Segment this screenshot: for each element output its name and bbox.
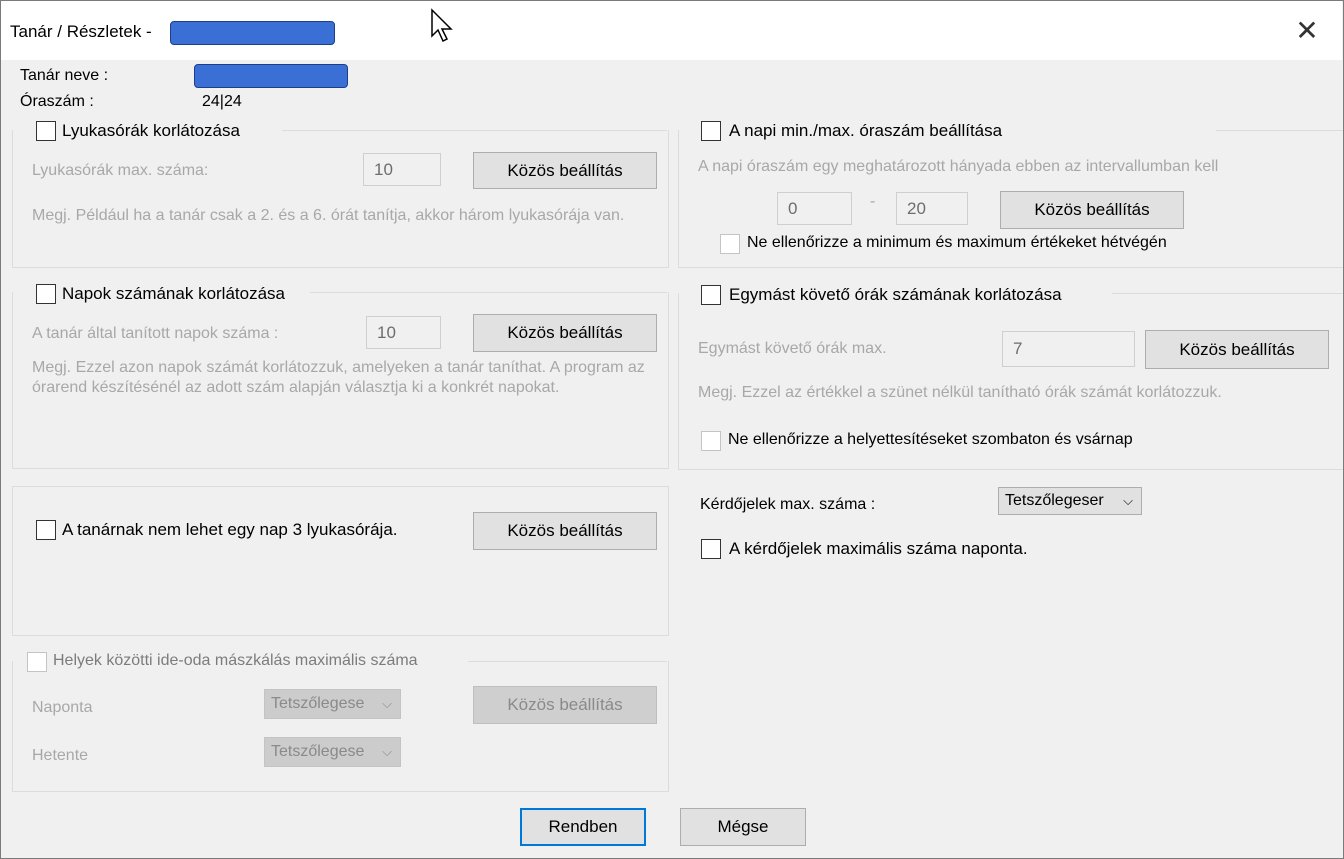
gaps-frame bbox=[12, 130, 669, 268]
room-moves-daily-select-value: Tetszőlegese bbox=[271, 695, 365, 712]
daily-weekend-checkbox[interactable] bbox=[720, 234, 740, 254]
three-gaps-common-settings-button[interactable]: Közös beállítás bbox=[473, 512, 657, 550]
close-icon[interactable]: ✕ bbox=[1290, 14, 1324, 48]
gaps-checkbox-label: Lyukasórák korlátozása bbox=[62, 121, 240, 140]
hours-label: Óraszám : bbox=[20, 93, 94, 110]
consecutive-weekend-checkbox[interactable] bbox=[701, 431, 721, 451]
question-marks-daily-label: A kérdőjelek maximális száma naponta. bbox=[729, 539, 1028, 558]
daily-range-dash: - bbox=[870, 193, 876, 210]
redacted-title-name bbox=[170, 21, 335, 45]
days-limit-checkbox-label: Napok számának korlátozása bbox=[62, 284, 286, 303]
room-moves-checkbox-label: Helyek közötti ide-oda mászkálás maximál… bbox=[53, 652, 418, 669]
room-moves-weekly-label: Hetente bbox=[32, 747, 89, 764]
redacted-teacher-name bbox=[194, 64, 348, 88]
daily-max-input[interactable]: 20 bbox=[896, 192, 968, 225]
chevron-down-icon: ⌵ bbox=[1123, 493, 1133, 508]
question-marks-select[interactable]: Tetszőlegeser ⌵ bbox=[998, 487, 1142, 515]
room-moves-daily-select[interactable]: Tetszőlegese ⌵ bbox=[264, 689, 401, 719]
three-gaps-checkbox-label: A tanárnak nem lehet egy nap 3 lyukasórá… bbox=[62, 520, 398, 539]
daily-minmax-checkbox[interactable] bbox=[701, 121, 721, 141]
days-count-label: A tanár által tanított napok száma : bbox=[32, 325, 279, 342]
arrow-cursor-icon bbox=[431, 8, 453, 43]
days-limit-checkbox[interactable] bbox=[36, 284, 56, 304]
hours-value: 24|24 bbox=[202, 93, 242, 110]
three-gaps-checkbox[interactable] bbox=[36, 520, 56, 540]
chevron-down-icon: ⌵ bbox=[382, 744, 392, 759]
consecutive-frame-top bbox=[1112, 293, 1344, 294]
cancel-button[interactable]: Mégse bbox=[680, 808, 806, 846]
consecutive-max-input[interactable]: 7 bbox=[1002, 331, 1135, 367]
gaps-max-input[interactable]: 10 bbox=[363, 153, 441, 186]
consecutive-weekend-label: Ne ellenőrizze a helyettesítéseket szomb… bbox=[728, 431, 1133, 448]
consecutive-common-settings-button[interactable]: Közös beállítás bbox=[1145, 330, 1329, 369]
gaps-common-settings-button[interactable]: Közös beállítás bbox=[473, 152, 657, 189]
chevron-down-icon: ⌵ bbox=[382, 696, 392, 711]
days-common-settings-button[interactable]: Közös beállítás bbox=[473, 314, 657, 352]
three-gaps-frame bbox=[12, 486, 669, 636]
question-marks-select-value: Tetszőlegeser bbox=[1005, 492, 1104, 509]
room-moves-checkbox[interactable] bbox=[27, 652, 47, 672]
daily-weekend-label: Ne ellenőrizze a minimum és maximum érté… bbox=[747, 234, 1167, 251]
room-moves-weekly-select[interactable]: Tetszőlegese ⌵ bbox=[264, 737, 401, 767]
consecutive-max-label: Egymást követő órák max. bbox=[698, 340, 887, 357]
daily-minmax-checkbox-label: A napi min./max. óraszám beállítása bbox=[729, 121, 1003, 140]
question-marks-daily-checkbox[interactable] bbox=[701, 539, 721, 559]
daily-min-input[interactable]: 0 bbox=[777, 192, 852, 225]
days-count-input[interactable]: 10 bbox=[366, 316, 441, 349]
gaps-max-label: Lyukasórák max. száma: bbox=[32, 162, 209, 179]
window-title: Tanár / Részletek - bbox=[10, 22, 152, 41]
room-moves-daily-label: Naponta bbox=[32, 699, 93, 716]
gaps-checkbox[interactable] bbox=[36, 121, 56, 141]
daily-minmax-description: A napi óraszám egy meghatározott hányada… bbox=[698, 158, 1219, 175]
consecutive-checkbox[interactable] bbox=[701, 285, 721, 305]
room-moves-frame bbox=[12, 661, 669, 792]
room-moves-weekly-select-value: Tetszőlegese bbox=[271, 743, 365, 760]
gaps-note: Megj. Például ha a tanár csak a 2. és a … bbox=[32, 207, 625, 224]
teacher-name-label: Tanár neve : bbox=[20, 67, 109, 84]
days-note: Megj. Ezzel azon napok számát korlátozzu… bbox=[32, 359, 645, 396]
room-moves-common-settings-button[interactable]: Közös beállítás bbox=[473, 686, 657, 724]
daily-minmax-frame-top bbox=[1216, 130, 1344, 131]
consecutive-checkbox-label: Egymást követő órák számának korlátozása bbox=[729, 285, 1062, 304]
gaps-frame-top bbox=[282, 130, 667, 131]
daily-minmax-common-settings-button[interactable]: Közös beállítás bbox=[1000, 191, 1184, 229]
consecutive-note: Megj. Ezzel az értékkel a szünet nélkül … bbox=[698, 384, 1222, 401]
days-frame-top bbox=[310, 292, 667, 293]
ok-button[interactable]: Rendben bbox=[520, 808, 646, 846]
room-moves-frame-top bbox=[468, 661, 667, 662]
question-marks-label: Kérdőjelek max. száma : bbox=[700, 496, 876, 513]
